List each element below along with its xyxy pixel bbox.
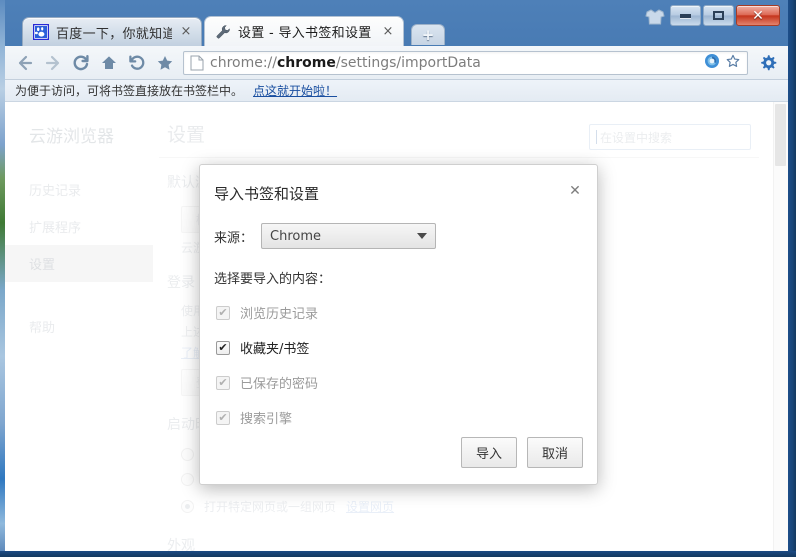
checkbox-label: 搜索引擎 [240,412,293,427]
tab-title: 设置 - 导入书签和设置 [238,26,372,41]
forward-arrow-icon[interactable] [39,49,67,77]
close-icon[interactable]: × [381,25,395,39]
checkbox-icon[interactable]: ✔ [216,410,230,425]
checkbox-row-browsing-history[interactable]: ✔ 浏览历史记录 [216,295,581,330]
source-row: 来源： Chrome [214,223,437,249]
maximize-icon [713,11,724,20]
maximize-button[interactable] [703,5,734,26]
window-frame-right [788,0,796,557]
plus-icon: + [421,26,435,44]
close-icon[interactable]: ✕ [567,183,583,199]
close-icon[interactable]: × [179,25,193,39]
checkbox-label: 浏览历史记录 [240,307,319,322]
checkbox-row-favorites-bookmarks[interactable]: ✔ 收藏夹/书签 [216,330,581,365]
star-outline-icon[interactable] [725,53,741,73]
checkbox-row-saved-passwords[interactable]: ✔ 已保存的密码 [216,365,581,400]
omnibox-actions [704,53,743,73]
chevron-down-icon [417,233,428,239]
bookmark-bar-notice: 为便于访问，可将书签直接放在书签栏中。 点这就开始啦！ [5,80,788,102]
source-label: 来源： [214,230,254,246]
source-select[interactable]: Chrome [261,223,437,249]
restore-session-icon[interactable] [123,49,151,77]
tab-title: 百度一下，你就知道 [56,26,172,42]
checkbox-icon[interactable]: ✔ [216,340,230,355]
import-bookmarks-dialog: 导入书签和设置 ✕ 来源： Chrome 选择要导入的内容： ✔ 浏览历史记录 … [199,164,598,485]
page-icon [190,55,204,71]
import-items-list: ✔ 浏览历史记录 ✔ 收藏夹/书签 ✔ 已保存的密码 ✔ 搜索引擎 [216,295,581,435]
dialog-actions: 导入 取消 [460,437,583,468]
home-icon[interactable] [95,49,123,77]
minimize-icon [680,13,691,18]
minimize-button[interactable] [670,5,701,26]
browser-window: 百度一下，你就知道 × 设置 - 导入书签和设置 × + ✕ chrome://… [0,0,796,557]
close-window-button[interactable]: ✕ [736,5,780,26]
checkbox-label: 已保存的密码 [240,377,319,392]
tab-baidu[interactable]: 百度一下，你就知道 × [22,17,202,46]
tab-settings[interactable]: 设置 - 导入书签和设置 × [204,16,404,46]
shirt-icon[interactable] [644,8,666,26]
address-bar[interactable]: chrome://chrome/settings/importData [183,50,748,75]
window-frame-bottom [0,551,796,557]
checkbox-icon[interactable]: ✔ [216,375,230,390]
bookmark-start-link[interactable]: 点这就开始啦！ [253,82,337,99]
new-tab-button[interactable]: + [411,24,445,45]
wrench-icon [215,24,231,40]
gear-icon[interactable] [754,49,782,77]
dialog-title: 导入书签和设置 [214,185,320,203]
back-arrow-icon[interactable] [11,49,39,77]
import-button[interactable]: 导入 [460,437,517,468]
baidu-paw-icon [32,23,50,41]
cancel-button[interactable]: 取消 [526,437,583,468]
bookmark-notice-text: 为便于访问，可将书签直接放在书签栏中。 [15,84,244,98]
checkbox-label: 收藏夹/书签 [240,342,310,357]
source-selected-value: Chrome [270,228,322,244]
checkbox-icon[interactable]: ✔ [216,305,230,320]
chromium-logo-icon[interactable] [704,53,720,73]
star-icon[interactable] [151,49,179,77]
close-icon: ✕ [752,7,764,24]
reload-icon[interactable] [67,49,95,77]
tab-strip: 百度一下，你就知道 × 设置 - 导入书签和设置 × + ✕ [5,0,788,46]
checkbox-row-search-engines[interactable]: ✔ 搜索引擎 [216,400,581,435]
browser-toolbar: chrome://chrome/settings/importData [5,46,788,80]
dialog-subtitle: 选择要导入的内容： [214,272,332,287]
url-text: chrome://chrome/settings/importData [210,54,481,71]
window-controls: ✕ [670,5,780,26]
